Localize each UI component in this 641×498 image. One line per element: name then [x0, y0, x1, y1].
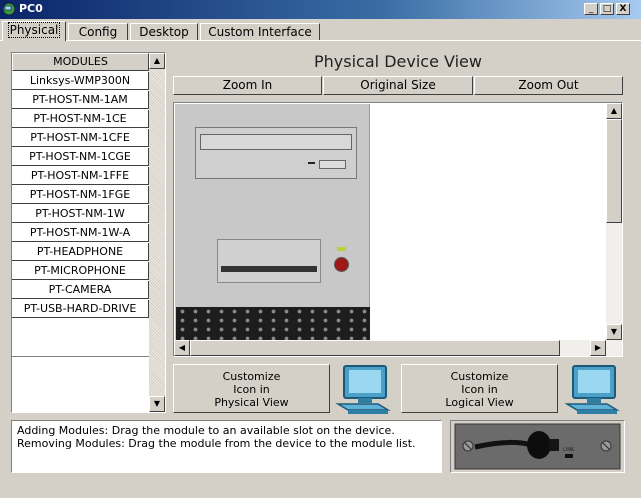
view-vertical-scrollbar[interactable]: ▲ ▼ [606, 103, 622, 340]
scroll-down-arrow-icon[interactable]: ▼ [149, 396, 165, 412]
power-button[interactable] [334, 257, 349, 272]
tab-custom-interface[interactable]: Custom Interface [200, 23, 320, 41]
horizontal-scroll-thumb[interactable] [190, 340, 560, 356]
original-size-button[interactable]: Original Size [323, 76, 473, 95]
modules-header: MODULES [12, 53, 149, 71]
title-bar: PC0 _ □ X [0, 0, 641, 19]
scroll-left-arrow-icon[interactable]: ◀ [174, 340, 190, 356]
module-item[interactable]: PT-HOST-NM-1W-A [12, 224, 149, 242]
module-instructions: Adding Modules: Drag the module to an av… [11, 420, 442, 473]
view-horizontal-scrollbar[interactable]: ◀ ▶ [174, 340, 622, 356]
tab-physical[interactable]: Physical [2, 21, 66, 41]
button-line: Icon in [461, 383, 498, 396]
power-led [337, 247, 346, 251]
drive-led [308, 162, 315, 164]
customize-logical-icon-button[interactable]: Customize Icon in Logical View [401, 364, 558, 413]
scroll-right-arrow-icon[interactable]: ▶ [590, 340, 606, 356]
physical-device-view[interactable]: ▲ ▼ ◀ ▶ [173, 102, 623, 357]
floppy-drive [217, 239, 321, 283]
link-label: LINK [563, 447, 575, 453]
button-line: Physical View [214, 396, 289, 409]
cd-drive-bay [195, 127, 357, 179]
module-item[interactable]: PT-HOST-NM-1FGE [12, 186, 149, 204]
floppy-slot [221, 266, 317, 272]
module-item[interactable]: PT-HOST-NM-1FFE [12, 167, 149, 185]
modules-panel: MODULES Linksys-WMP300N PT-HOST-NM-1AM P… [11, 52, 166, 413]
module-item[interactable]: PT-HOST-NM-1AM [12, 91, 149, 109]
module-preview: LINK [450, 420, 625, 473]
customize-physical-icon-button[interactable]: Customize Icon in Physical View [173, 364, 330, 413]
vent-grille [176, 307, 370, 343]
window-title: PC0 [19, 2, 43, 15]
tab-physical-label: Physical [7, 22, 61, 38]
modules-list: MODULES Linksys-WMP300N PT-HOST-NM-1AM P… [12, 53, 149, 357]
module-item[interactable]: Linksys-WMP300N [12, 72, 149, 90]
scroll-up-arrow-icon[interactable]: ▲ [606, 103, 622, 119]
headphone-module-icon: LINK [454, 423, 621, 470]
module-item[interactable]: PT-HEADPHONE [12, 243, 149, 261]
module-item[interactable]: PT-HOST-NM-1W [12, 205, 149, 223]
module-item[interactable]: PT-HOST-NM-1CFE [12, 129, 149, 147]
module-item[interactable]: PT-CAMERA [12, 281, 149, 299]
button-line: Icon in [233, 383, 270, 396]
tab-bar: Physical Config Desktop Custom Interface [0, 21, 641, 42]
module-item[interactable]: PT-MICROPHONE [12, 262, 149, 280]
maximize-button[interactable]: □ [600, 3, 614, 15]
tab-panel-border [0, 40, 641, 41]
module-item[interactable]: PT-HOST-NM-1CGE [12, 148, 149, 166]
minimize-button[interactable]: _ [584, 3, 598, 15]
scroll-down-arrow-icon[interactable]: ▼ [606, 324, 622, 340]
computer-icon [564, 365, 620, 414]
modules-scrollbar[interactable]: ▲ ▼ [149, 53, 165, 412]
tab-desktop[interactable]: Desktop [130, 23, 198, 41]
instruction-adding: Adding Modules: Drag the module to an av… [17, 424, 395, 437]
tab-config[interactable]: Config [68, 23, 128, 41]
drive-eject-button [319, 160, 346, 169]
module-item[interactable]: PT-USB-HARD-DRIVE [12, 300, 149, 318]
cd-drive-slot [200, 134, 352, 150]
button-line: Logical View [445, 396, 514, 409]
pc-chassis-image [175, 104, 370, 343]
instruction-removing: Removing Modules: Drag the module from t… [17, 437, 416, 450]
empty-list-row [12, 319, 149, 357]
zoom-out-button[interactable]: Zoom Out [474, 76, 623, 95]
button-line: Customize [222, 370, 281, 383]
zoom-in-button[interactable]: Zoom In [173, 76, 322, 95]
scroll-up-arrow-icon[interactable]: ▲ [149, 53, 165, 69]
button-line: Customize [450, 370, 509, 383]
vertical-scroll-thumb[interactable] [606, 119, 622, 223]
module-item[interactable]: PT-HOST-NM-1CE [12, 110, 149, 128]
close-button[interactable]: X [616, 3, 630, 15]
device-view-title: Physical Device View [314, 52, 482, 71]
computer-icon [335, 365, 391, 414]
pc-icon [2, 2, 16, 16]
